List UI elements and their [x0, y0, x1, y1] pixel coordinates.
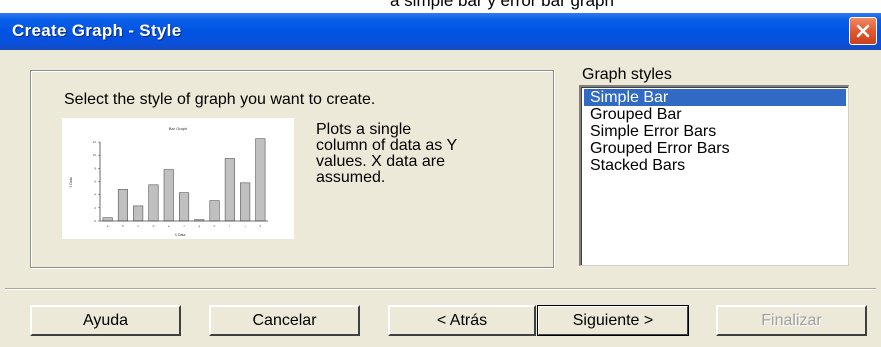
preview-bar [148, 184, 159, 222]
preview-bar [224, 158, 235, 222]
preview-x-tick-label: i [229, 224, 230, 228]
preview-x-tick-label: f [184, 224, 185, 228]
cropped-heading-text: a simple bar y error bar graph [390, 0, 614, 10]
list-item-grouped-bar[interactable]: Grouped Bar [584, 106, 846, 123]
preview-y-axis-label: Y Data [69, 177, 73, 188]
preview-bar [240, 182, 251, 222]
graph-preview: Bar Graph Y Data X Data 12 10 8 6 4 2 0 a b c d e f… [62, 118, 294, 239]
preview-chart-title: Bar Graph [169, 126, 187, 131]
description-line: values. X data are [316, 153, 445, 170]
preview-bar [179, 192, 190, 222]
preview-x-tick-label: c [137, 224, 139, 228]
list-item-simple-bar[interactable]: Simple Bar [584, 89, 846, 106]
button-separator [5, 288, 876, 290]
cancel-button[interactable]: Cancelar [209, 305, 360, 336]
preview-y-tick-label: 10 [93, 153, 97, 157]
style-prompt: Select the style of graph you want to cr… [64, 91, 376, 108]
preview-y-tick-label: 6 [94, 180, 96, 184]
preview-y-tick-label: 8 [94, 166, 96, 170]
preview-x-tick-label: k [260, 224, 262, 228]
list-item-stacked-bars[interactable]: Stacked Bars [584, 157, 846, 174]
style-description: Plots a single column of data as Y value… [316, 122, 526, 186]
cropped-top-strip: a simple bar y error bar graph [0, 0, 881, 13]
preview-x-tick-label: e [168, 224, 170, 228]
graph-styles-label: Graph styles [582, 66, 672, 83]
preview-y-tick-label: 12 [93, 140, 97, 144]
bar-chart-preview: Bar Graph Y Data X Data 12 10 8 6 4 2 0 a b c d e f… [69, 126, 268, 237]
preview-x-tick-label: d [153, 224, 155, 228]
preview-bar [102, 217, 113, 222]
preview-x-tick-label: a [107, 224, 109, 228]
preview-x-axis-label: X Data [175, 233, 186, 237]
description-line: assumed. [316, 169, 386, 186]
preview-bar [117, 189, 129, 222]
back-button[interactable]: < Atrás [388, 305, 536, 336]
description-line: column of data as Y [316, 137, 458, 154]
help-button[interactable]: Ayuda [30, 305, 181, 336]
description-line: Plots a single [316, 121, 412, 138]
finish-button: Finalizar [716, 305, 867, 336]
close-icon [856, 24, 870, 38]
preview-bar [255, 138, 266, 222]
graph-styles-listbox[interactable]: Simple Bar Grouped Bar Simple Error Bars… [579, 85, 849, 266]
preview-bar [133, 205, 144, 222]
preview-x-tick-label: j [244, 224, 246, 228]
preview-x-tick-label: h [214, 224, 216, 228]
preview-y-tick-label: 0 [94, 219, 96, 223]
window-title: Create Graph - Style [12, 21, 182, 40]
list-item-simple-error-bars[interactable]: Simple Error Bars [584, 123, 846, 140]
preview-x-tick-label: g [198, 224, 200, 228]
preview-y-tick-label: 4 [94, 193, 96, 197]
preview-bar [209, 200, 220, 222]
next-button[interactable]: Siguiente > [537, 305, 689, 336]
list-item-grouped-error-bars[interactable]: Grouped Error Bars [584, 140, 846, 157]
close-button[interactable] [849, 17, 877, 45]
preview-x-tick-label: b [122, 224, 124, 228]
preview-bar [163, 169, 174, 222]
preview-y-tick-label: 2 [94, 206, 96, 210]
title-bar[interactable]: Create Graph - Style [0, 13, 881, 50]
